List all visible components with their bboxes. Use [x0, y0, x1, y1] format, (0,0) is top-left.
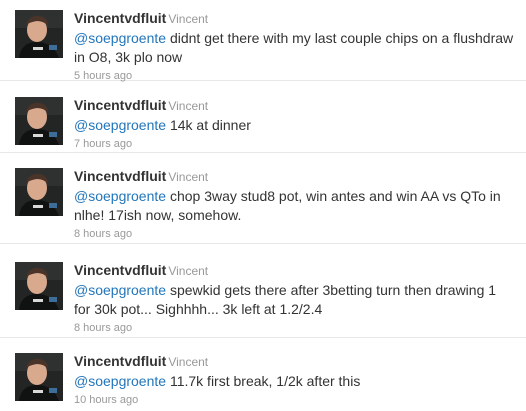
mention-link[interactable]: @soepgroente — [74, 188, 166, 204]
mention-link[interactable]: @soepgroente — [74, 373, 166, 389]
tweet-item[interactable]: Vincentvdfluit Vincent @soepgroente spewk… — [0, 262, 526, 338]
screen-name-link[interactable]: Vincentvdfluit — [74, 262, 166, 278]
avatar[interactable] — [15, 262, 63, 310]
avatar[interactable] — [15, 353, 63, 401]
full-name: Vincent — [168, 264, 209, 278]
mention-link[interactable]: @soepgroente — [74, 30, 166, 46]
screen-name-link[interactable]: Vincentvdfluit — [74, 353, 166, 369]
tweet-message: 11.7k first break, 1/2k after this — [166, 373, 361, 389]
mention-link[interactable]: @soepgroente — [74, 282, 166, 298]
tweet-header: Vincentvdfluit Vincent — [74, 10, 514, 28]
screen-name-link[interactable]: Vincentvdfluit — [74, 97, 166, 113]
tweet-header: Vincentvdfluit Vincent — [74, 353, 514, 371]
timestamp-link[interactable]: 5 hours ago — [74, 69, 514, 83]
tweet-text: @soepgroente chop 3way stud8 pot, win an… — [74, 187, 514, 225]
full-name: Vincent — [168, 170, 209, 184]
full-name: Vincent — [168, 99, 209, 113]
tweet-header: Vincentvdfluit Vincent — [74, 97, 514, 115]
avatar[interactable] — [15, 10, 63, 58]
screen-name-link[interactable]: Vincentvdfluit — [74, 168, 166, 184]
tweet-header: Vincentvdfluit Vincent — [74, 168, 514, 186]
tweet-header: Vincentvdfluit Vincent — [74, 262, 514, 280]
mention-link[interactable]: @soepgroente — [74, 117, 166, 133]
tweet-item[interactable]: Vincentvdfluit Vincent @soepgroente chop … — [0, 168, 526, 244]
tweet-text: @soepgroente didnt get there with my las… — [74, 29, 514, 67]
tweet-text: @soepgroente 14k at dinner — [74, 116, 514, 135]
full-name: Vincent — [168, 355, 209, 369]
timestamp-link[interactable]: 7 hours ago — [74, 137, 514, 151]
tweet-text: @soepgroente spewkid gets there after 3b… — [74, 281, 514, 319]
tweet-item[interactable]: Vincentvdfluit Vincent @soepgroente didnt… — [0, 10, 526, 83]
timestamp-link[interactable]: 8 hours ago — [74, 227, 514, 241]
tweet-text: @soepgroente 11.7k first break, 1/2k aft… — [74, 372, 514, 391]
screen-name-link[interactable]: Vincentvdfluit — [74, 10, 166, 26]
avatar[interactable] — [15, 168, 63, 216]
timestamp-link[interactable]: 8 hours ago — [74, 321, 514, 335]
full-name: Vincent — [168, 12, 209, 26]
tweet-item[interactable]: Vincentvdfluit Vincent @soepgroente 11.7k… — [0, 353, 526, 411]
avatar[interactable] — [15, 97, 63, 145]
timestamp-link[interactable]: 10 hours ago — [74, 393, 514, 407]
tweet-message: 14k at dinner — [166, 117, 251, 133]
tweet-item[interactable]: Vincentvdfluit Vincent @soepgroente 14k a… — [0, 97, 526, 153]
